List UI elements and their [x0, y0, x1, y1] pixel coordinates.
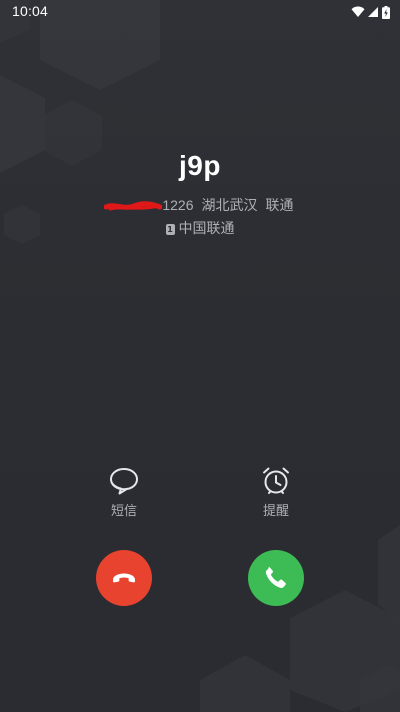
caller-number-location: 1226 湖北武汉 联通 [0, 195, 400, 215]
wifi-icon [351, 6, 365, 17]
status-icons [351, 4, 390, 20]
chat-bubble-icon [110, 468, 139, 495]
battery-charging-icon [382, 5, 390, 19]
caller-location: 湖北武汉 [201, 197, 258, 213]
incoming-call-screen: 10:04 j9p 1226 湖北武汉 联通 1 中国联通 短信 提醒 [0, 0, 400, 712]
sim-carrier-line: 1 中国联通 [0, 218, 400, 238]
reminder-label: 提醒 [262, 503, 289, 518]
signal-icon [368, 7, 378, 17]
phone-hangup-icon [113, 573, 135, 583]
caller-name: j9p [179, 150, 221, 181]
sms-label: 短信 [110, 503, 137, 518]
sim-card-icon: 1 [165, 224, 175, 235]
alarm-clock-icon [263, 467, 289, 494]
caller-number: 1226 [104, 197, 194, 213]
answer-call-button[interactable] [248, 550, 304, 606]
decline-call-button[interactable] [96, 550, 152, 606]
gesture-bar [150, 700, 250, 703]
sms-reply-button[interactable]: 短信 [84, 466, 164, 519]
sim-carrier: 中国联通 [178, 220, 235, 236]
redaction-scribble [104, 201, 163, 211]
status-bar: 10:04 [0, 0, 400, 24]
phone-answer-icon [265, 566, 286, 588]
status-time: 10:04 [12, 3, 49, 19]
hexagon-background [0, 0, 400, 712]
caller-number-suffix: 1226 [162, 197, 194, 213]
remind-me-button[interactable]: 提醒 [236, 466, 316, 519]
caller-network: 联通 [265, 197, 294, 213]
